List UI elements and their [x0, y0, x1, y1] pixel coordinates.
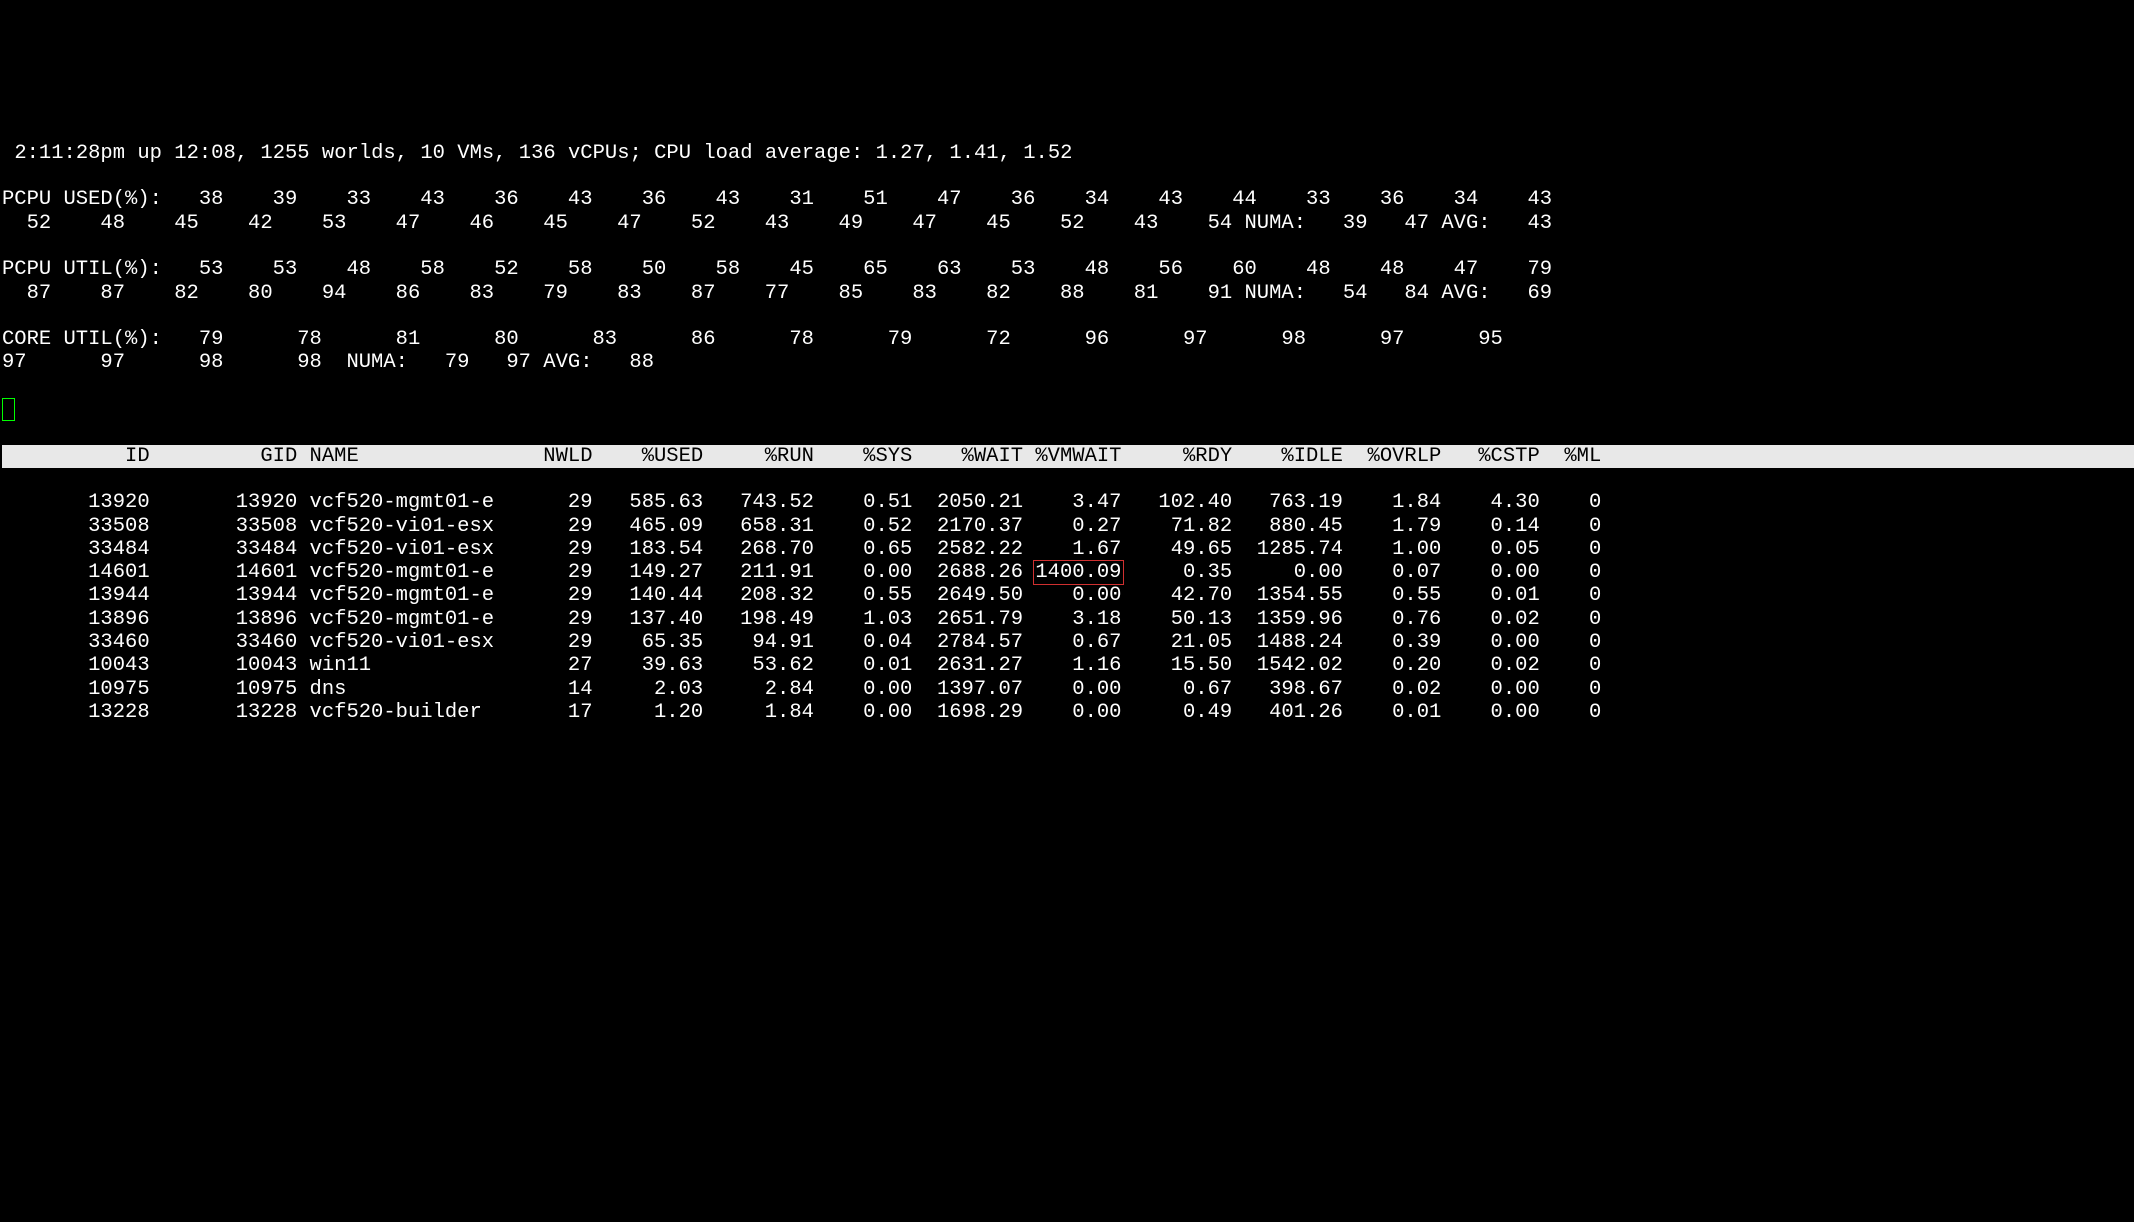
esxtop-screen: { "summary": { "time": "2:11:28pm", "up_…: [0, 47, 2134, 748]
pcpu-util-line: PCPU UTIL(%): 53 53 48 58 52 58 50 58 45…: [2, 258, 2134, 305]
table-row[interactable]: 10975 10975 dns 14 2.03 2.84 0.00 1397.0…: [2, 678, 2134, 701]
table-row[interactable]: 14601 14601 vcf520-mgmt01-e 29 149.27 21…: [2, 561, 2134, 584]
table-row[interactable]: 13920 13920 vcf520-mgmt01-e 29 585.63 74…: [2, 491, 2134, 514]
table-row[interactable]: 10043 10043 win11 27 39.63 53.62 0.01 26…: [2, 654, 2134, 677]
table-row[interactable]: 33460 33460 vcf520-vi01-esx 29 65.35 94.…: [2, 631, 2134, 654]
core-util-line: CORE UTIL(%): 79 78 81 80 83 86 78 79 72…: [2, 328, 2134, 375]
worlds-count: 1255: [260, 142, 309, 165]
summary-line: 2:11:28pm up 12:08, 1255 worlds, 10 VMs,…: [2, 142, 2134, 165]
load-15: 1.52: [1023, 142, 1072, 165]
table-row[interactable]: 13896 13896 vcf520-mgmt01-e 29 137.40 19…: [2, 608, 2134, 631]
load-1: 1.27: [876, 142, 925, 165]
table-row[interactable]: 33484 33484 vcf520-vi01-esx 29 183.54 26…: [2, 538, 2134, 561]
table-row[interactable]: 13228 13228 vcf520-builder 17 1.20 1.84 …: [2, 701, 2134, 724]
load-5: 1.41: [949, 142, 998, 165]
pcpu-used-line: PCPU USED(%): 38 39 33 43 36 43 36 43 31…: [2, 188, 2134, 235]
vmwait-highlight: 1400.09: [1033, 560, 1123, 585]
cursor-line: [2, 398, 2134, 421]
cursor-icon: [2, 398, 15, 421]
vcpus-count: 136: [519, 142, 556, 165]
table-body: 13920 13920 vcf520-mgmt01-e 29 585.63 74…: [2, 491, 2134, 724]
time: 2:11:28pm: [14, 142, 125, 165]
table-row[interactable]: 13944 13944 vcf520-mgmt01-e 29 140.44 20…: [2, 584, 2134, 607]
table-row[interactable]: 33508 33508 vcf520-vi01-esx 29 465.09 65…: [2, 515, 2134, 538]
table-header: ID GID NAME NWLD %USED %RUN %SYS %WAIT %…: [2, 445, 2134, 468]
vms-count: 10: [420, 142, 445, 165]
uptime: 12:08: [174, 142, 236, 165]
